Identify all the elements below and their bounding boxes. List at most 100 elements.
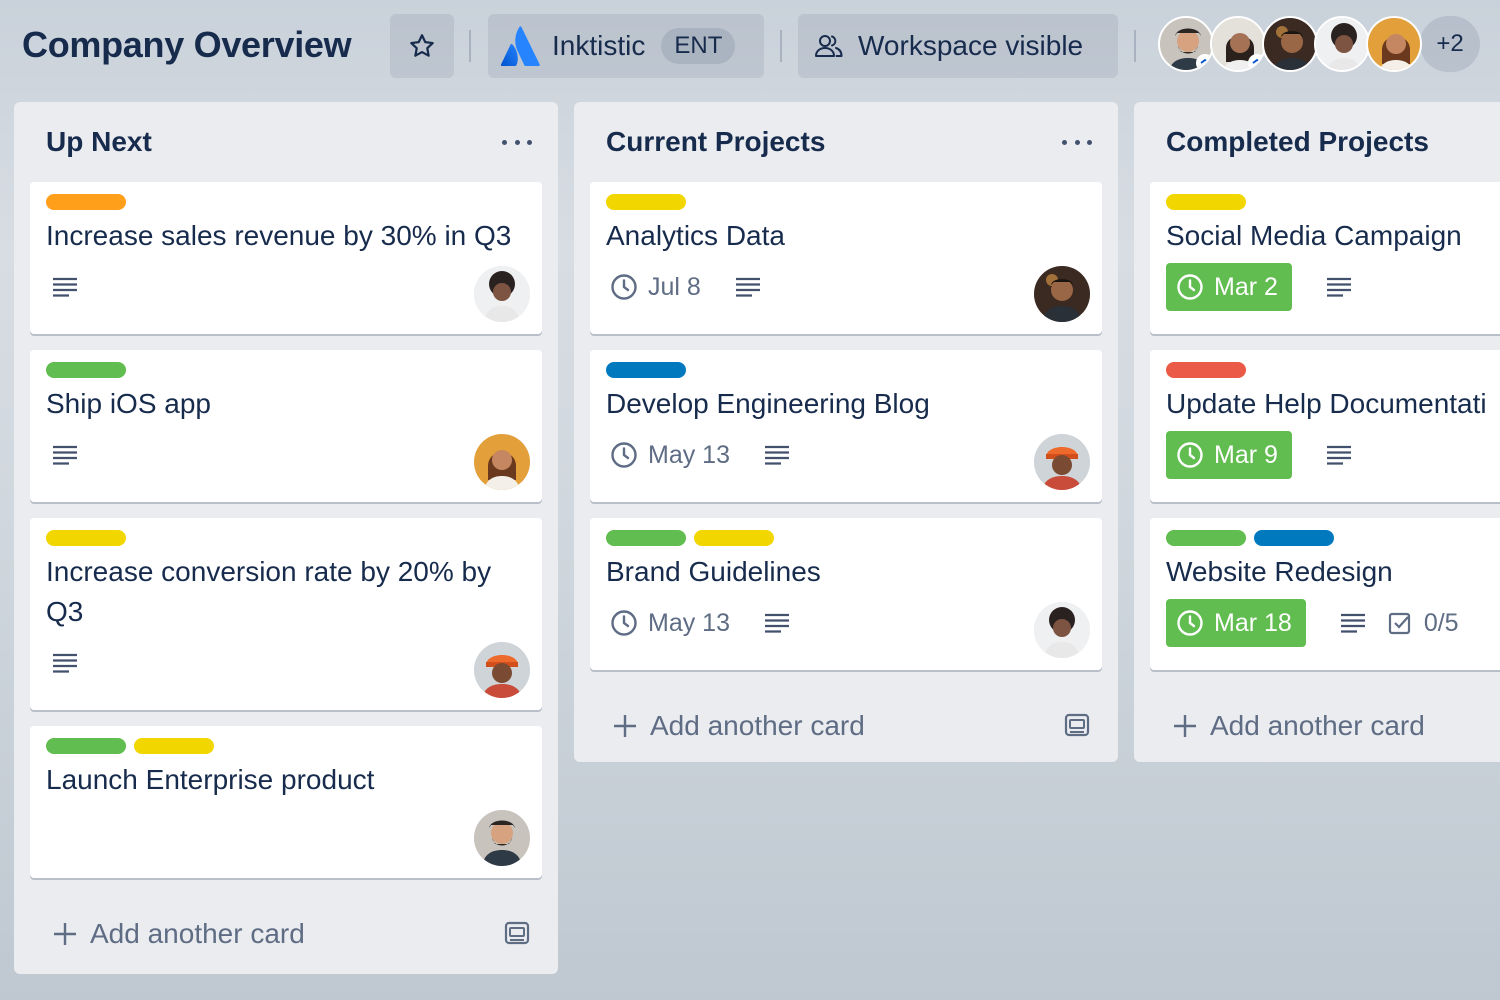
list-header: Completed Projects xyxy=(1134,102,1500,182)
card-labels xyxy=(606,530,1086,546)
card-badges: Mar 2 xyxy=(1166,262,1484,312)
board-title[interactable]: Company Overview xyxy=(22,24,352,66)
checklist-count: 0/5 xyxy=(1423,608,1459,637)
add-card-label: Add another card xyxy=(1210,710,1425,741)
card[interactable]: Increase conversion rate by 20% by Q3 xyxy=(30,518,542,710)
label-yellow[interactable] xyxy=(46,530,126,546)
label-yellow[interactable] xyxy=(694,530,774,546)
label-red[interactable] xyxy=(1166,362,1246,378)
description-icon xyxy=(735,277,761,297)
card-member-avatar[interactable] xyxy=(474,434,530,490)
card-labels xyxy=(606,194,1086,210)
label-yellow[interactable] xyxy=(134,738,214,754)
workspace-button[interactable]: Inktistic ENT xyxy=(488,14,764,78)
card-title: Website Redesign xyxy=(1166,556,1393,587)
clock-icon xyxy=(1177,610,1203,636)
list-title[interactable]: Current Projects xyxy=(606,126,825,158)
due-date-label: May 13 xyxy=(648,608,730,637)
label-yellow[interactable] xyxy=(606,194,686,210)
label-blue[interactable] xyxy=(1254,530,1334,546)
member-avatar[interactable] xyxy=(1262,16,1318,72)
visibility-label: Workspace visible xyxy=(858,30,1084,61)
add-card-button[interactable]: Add another card xyxy=(574,686,1118,766)
card-member-avatar[interactable] xyxy=(1034,434,1090,490)
label-green[interactable] xyxy=(606,530,686,546)
member-avatar[interactable] xyxy=(1158,16,1214,72)
star-board-button[interactable] xyxy=(390,14,454,78)
card[interactable]: Ship iOS app xyxy=(30,350,542,502)
card-labels xyxy=(1166,362,1484,378)
card-labels xyxy=(1166,194,1484,210)
list-menu-button[interactable] xyxy=(502,132,532,152)
header-divider xyxy=(780,30,782,62)
card[interactable]: Brand Guidelines May 13 xyxy=(590,518,1102,670)
card-member-avatar[interactable] xyxy=(1034,266,1090,322)
add-card-label: Add another card xyxy=(650,710,865,741)
board-members: +2 xyxy=(1158,16,1480,76)
card-labels xyxy=(46,194,526,210)
visibility-button[interactable]: Workspace visible xyxy=(798,14,1118,78)
due-date-badge[interactable]: Jul 8 xyxy=(606,273,701,302)
card-labels xyxy=(46,530,526,546)
clock-icon xyxy=(1177,442,1203,468)
card[interactable]: Analytics Data Jul 8 xyxy=(590,182,1102,334)
due-date-complete-badge[interactable]: Mar 9 xyxy=(1166,431,1292,479)
plus-icon xyxy=(1172,713,1198,739)
add-card-button[interactable]: Add another card xyxy=(14,894,558,974)
due-date-badge[interactable]: May 13 xyxy=(606,441,730,470)
card-member-avatar[interactable] xyxy=(474,810,530,866)
card-member-avatar[interactable] xyxy=(474,642,530,698)
more-members-button[interactable]: +2 xyxy=(1420,16,1480,72)
description-icon xyxy=(52,277,78,297)
card[interactable]: Increase sales revenue by 30% in Q3 xyxy=(30,182,542,334)
label-green[interactable] xyxy=(46,738,126,754)
card-member-avatar[interactable] xyxy=(1034,602,1090,658)
list-title[interactable]: Up Next xyxy=(46,126,152,158)
due-date-label: Mar 18 xyxy=(1214,608,1292,637)
card-title: Brand Guidelines xyxy=(606,556,821,587)
add-card-button[interactable]: Add another card xyxy=(1134,686,1500,762)
clock-icon xyxy=(611,442,637,468)
card[interactable]: Develop Engineering Blog May 13 xyxy=(590,350,1102,502)
header-divider xyxy=(469,30,471,62)
card-title: Ship iOS app xyxy=(46,388,211,419)
description-icon xyxy=(1326,445,1352,465)
due-date-complete-badge[interactable]: Mar 2 xyxy=(1166,263,1292,311)
list-menu-button[interactable] xyxy=(1062,132,1092,152)
card-template-icon[interactable] xyxy=(1064,712,1090,743)
card-labels xyxy=(1166,530,1484,546)
due-date-label: May 13 xyxy=(648,440,730,469)
card[interactable]: Launch Enterprise product xyxy=(30,726,542,878)
star-icon xyxy=(410,34,434,57)
due-date-badge[interactable]: May 13 xyxy=(606,609,730,638)
label-orange[interactable] xyxy=(46,194,126,210)
card-title: Social Media Campaign xyxy=(1166,220,1462,251)
member-avatar[interactable] xyxy=(1314,16,1370,72)
due-date-complete-badge[interactable]: Mar 18 xyxy=(1166,599,1306,647)
card[interactable]: Website Redesign Mar 18 0/5 xyxy=(1150,518,1500,670)
member-avatar[interactable] xyxy=(1210,16,1266,72)
description-icon xyxy=(1326,277,1352,297)
description-icon xyxy=(764,445,790,465)
card-title: Increase conversion rate by 20% by Q3 xyxy=(46,556,492,627)
card-template-icon[interactable] xyxy=(504,920,530,951)
clock-icon xyxy=(1177,274,1203,300)
card-labels xyxy=(46,738,526,754)
label-blue[interactable] xyxy=(606,362,686,378)
card-title: Update Help Documentati xyxy=(1166,388,1487,419)
clock-icon xyxy=(611,610,637,636)
card-title: Analytics Data xyxy=(606,220,785,251)
label-green[interactable] xyxy=(1166,530,1246,546)
label-green[interactable] xyxy=(46,362,126,378)
list-title[interactable]: Completed Projects xyxy=(1166,126,1429,158)
card-badges xyxy=(46,262,526,312)
card-member-avatar[interactable] xyxy=(474,266,530,322)
card[interactable]: Update Help Documentati Mar 9 xyxy=(1150,350,1500,502)
label-yellow[interactable] xyxy=(1166,194,1246,210)
card[interactable]: Social Media Campaign Mar 2 xyxy=(1150,182,1500,334)
description-icon xyxy=(764,613,790,633)
member-avatar[interactable] xyxy=(1366,16,1422,72)
enterprise-badge: ENT xyxy=(661,28,736,64)
card-badges: Mar 18 0/5 xyxy=(1166,598,1484,648)
workspace-name: Inktistic xyxy=(552,30,646,61)
